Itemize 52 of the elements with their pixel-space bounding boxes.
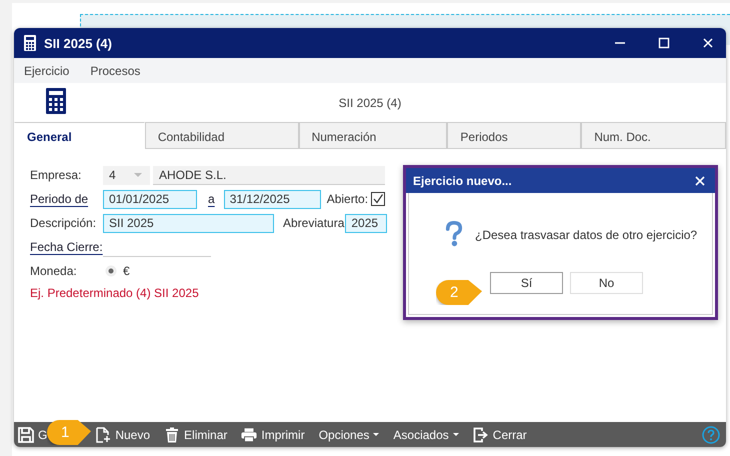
menu-item[interactable]: Ejercicio <box>24 64 70 78</box>
toolbar-button[interactable]: Cerrar <box>472 424 527 446</box>
field-label: Abreviatura <box>283 216 344 230</box>
tab[interactable]: General <box>14 122 145 149</box>
new-document-icon <box>95 426 112 442</box>
toolbar-button[interactable]: Opciones <box>318 424 380 446</box>
exit-icon <box>472 426 489 442</box>
toolbar-button[interactable]: G <box>18 424 48 446</box>
tab[interactable]: Num. Doc. <box>581 122 726 148</box>
question-icon <box>445 221 463 248</box>
toolbar-button[interactable]: Eliminar <box>164 424 228 446</box>
toolbar-button[interactable]: Imprimir <box>241 424 305 446</box>
trash-icon <box>164 426 180 442</box>
toolbar-button[interactable]: Asociados <box>393 424 459 446</box>
company-name-field: AHODE S.L. <box>153 166 385 184</box>
currency-radio[interactable] <box>105 265 117 277</box>
printer-icon <box>241 426 258 442</box>
calculator-icon <box>46 88 66 114</box>
closing-date-link[interactable]: Fecha Cierre: <box>30 240 103 254</box>
dialog-title: Ejercicio nuevo... <box>413 174 512 188</box>
dialog-message: ¿Desea trasvasar datos de otro ejercicio? <box>475 228 698 242</box>
caret-icon <box>373 433 380 436</box>
tab[interactable]: Periodos <box>447 122 582 148</box>
maximize-icon[interactable] <box>658 37 670 49</box>
description-field[interactable]: SII 2025 <box>103 214 274 232</box>
caret-icon <box>134 173 142 177</box>
field-label: Descripción: <box>30 216 98 230</box>
calculator-icon <box>24 35 36 51</box>
period-link[interactable]: Periodo de <box>30 192 103 206</box>
record-title: SII 2025 (4) <box>338 96 402 110</box>
dialog-button[interactable]: No <box>570 272 643 294</box>
field-label: Empresa: <box>30 168 82 182</box>
window-title: SII 2025 (4) <box>44 36 112 50</box>
open-checkbox[interactable] <box>371 192 386 206</box>
toolbar-button[interactable]: Nuevo <box>95 424 150 446</box>
currency-symbol: € <box>123 264 130 278</box>
floppy-icon <box>18 426 34 442</box>
date-field[interactable]: 31/12/2025 <box>224 190 321 208</box>
date-field[interactable]: 01/01/2025 <box>103 190 197 208</box>
tab[interactable]: Contabilidad <box>144 122 299 148</box>
field-label: Abierto: <box>326 192 368 206</box>
menu-item[interactable]: Procesos <box>90 64 140 78</box>
dialog-button[interactable]: Sí <box>490 272 563 294</box>
field-label: Moneda: <box>30 264 78 278</box>
caret-icon <box>452 433 459 436</box>
company-select[interactable]: 4 <box>103 166 150 184</box>
default-note: Ej. Predeterminado (4) SII 2025 <box>30 286 199 300</box>
tab[interactable]: Numeración <box>298 122 448 148</box>
close-icon[interactable] <box>695 176 705 186</box>
close-icon[interactable] <box>702 37 714 49</box>
abbreviation-field[interactable]: 2025 <box>345 214 388 232</box>
to-link[interactable]: a <box>208 192 215 206</box>
